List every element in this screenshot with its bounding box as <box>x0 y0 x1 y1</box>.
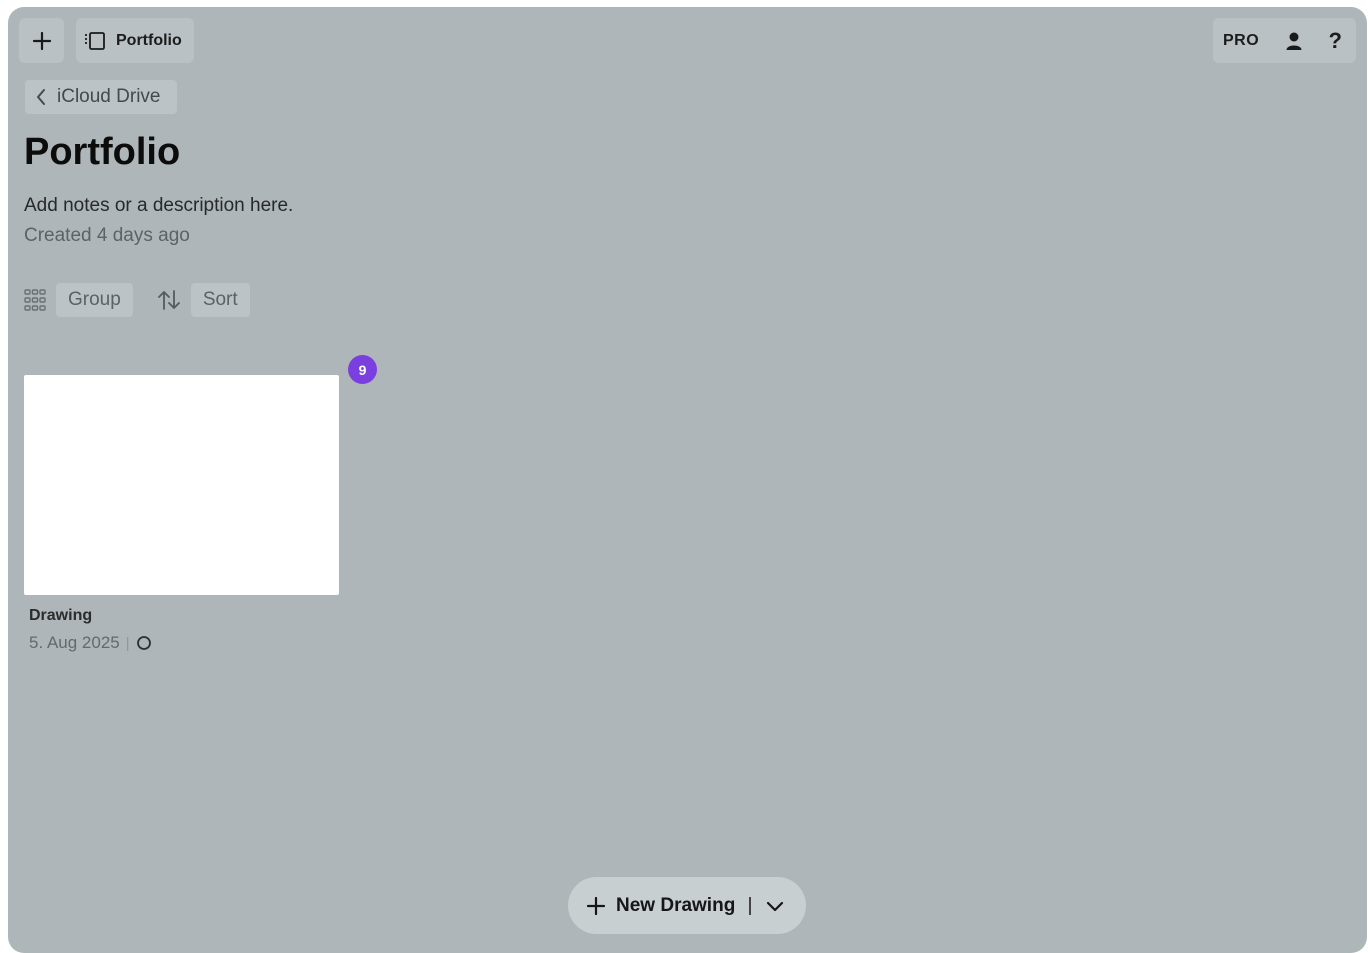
button-divider <box>749 896 752 915</box>
folder-sidebar-button[interactable]: Portfolio <box>76 18 194 63</box>
folder-title-label: Portfolio <box>116 31 182 49</box>
account-icon[interactable] <box>1285 31 1303 51</box>
page-title: Portfolio <box>24 131 181 173</box>
back-button[interactable]: iCloud Drive <box>25 80 177 114</box>
chevron-left-icon <box>37 89 45 105</box>
drawing-meta: 5. Aug 2025 | <box>29 633 152 653</box>
sort-arrows-icon[interactable] <box>157 289 181 311</box>
folder-description[interactable]: Add notes or a description here. <box>24 195 293 217</box>
plus-icon <box>32 31 51 50</box>
pro-button[interactable]: PRO <box>1223 32 1259 50</box>
grid-icon[interactable] <box>24 289 46 311</box>
sidebar-icon <box>85 31 105 50</box>
drawing-date: 5. Aug 2025 <box>29 633 120 652</box>
drawing-name[interactable]: Drawing <box>29 607 92 625</box>
right-toolbar: PRO ? <box>1213 18 1356 63</box>
drawing-thumbnail[interactable] <box>24 375 339 595</box>
chevron-down-icon[interactable] <box>765 899 785 913</box>
sort-button[interactable]: Sort <box>190 283 250 317</box>
add-button[interactable] <box>19 18 64 63</box>
back-label: iCloud Drive <box>57 86 161 107</box>
page-count-badge: 9 <box>348 355 377 384</box>
group-button[interactable]: Group <box>56 283 133 317</box>
plus-icon <box>586 896 606 915</box>
group-sort-toolbar: Group Sort <box>24 283 250 317</box>
sync-status-icon <box>136 636 151 650</box>
meta-separator: | <box>125 634 130 652</box>
created-date: Created 4 days ago <box>24 225 190 246</box>
new-drawing-button[interactable]: New Drawing <box>568 877 806 934</box>
new-drawing-label: New Drawing <box>616 894 736 916</box>
app-window: Portfolio PRO ? iCloud Drive Portfolio A… <box>8 7 1367 953</box>
help-button[interactable]: ? <box>1329 28 1342 54</box>
